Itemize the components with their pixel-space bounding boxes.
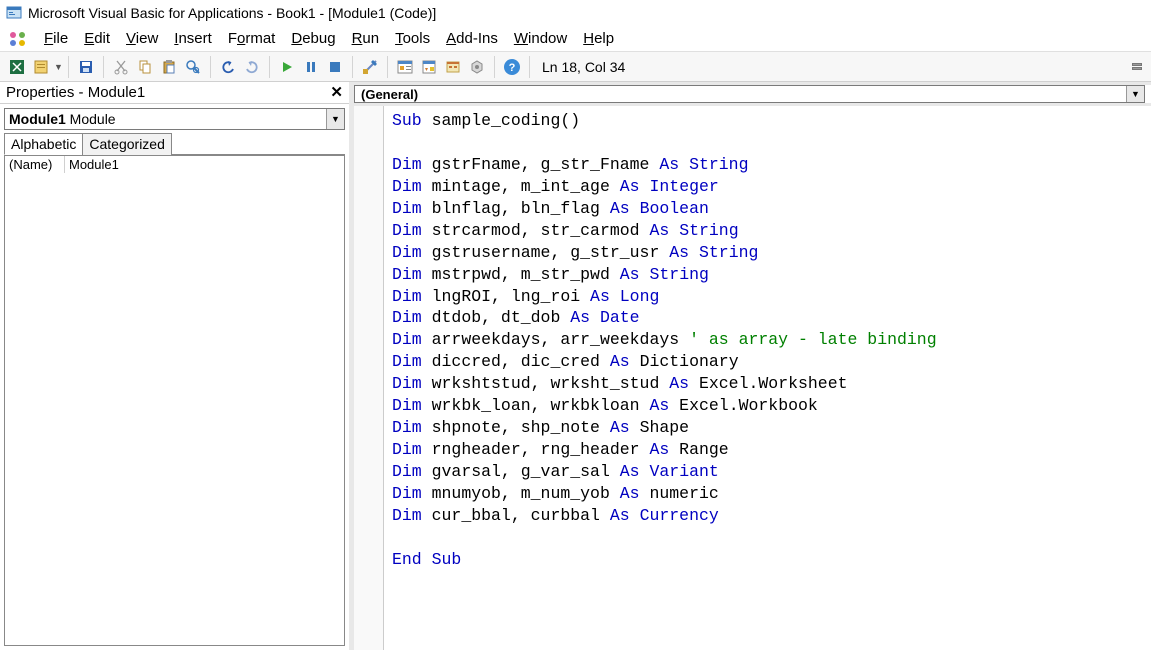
- menu-edit[interactable]: Edit: [76, 28, 118, 49]
- menu-view[interactable]: View: [118, 28, 166, 49]
- menubar: FileEditViewInsertFormatDebugRunToolsAdd…: [0, 26, 1151, 52]
- undo-button[interactable]: [217, 56, 239, 78]
- menu-insert[interactable]: Insert: [166, 28, 220, 49]
- menu-items: FileEditViewInsertFormatDebugRunToolsAdd…: [36, 28, 622, 49]
- property-row[interactable]: (Name) Module1: [5, 156, 344, 173]
- insert-button[interactable]: [30, 56, 52, 78]
- properties-grid[interactable]: (Name) Module1: [4, 155, 345, 646]
- chevron-down-icon[interactable]: ▼: [1126, 86, 1144, 102]
- menu-format[interactable]: Format: [220, 28, 284, 49]
- toolbar-handle[interactable]: [1129, 53, 1145, 81]
- object-combo[interactable]: (General) ▼: [354, 85, 1145, 103]
- help-button[interactable]: ?: [501, 56, 523, 78]
- code-margin: [354, 106, 384, 650]
- menu-add-ins[interactable]: Add-Ins: [438, 28, 506, 49]
- properties-object-combo[interactable]: Module1 Module ▼: [4, 108, 345, 130]
- save-button[interactable]: [75, 56, 97, 78]
- titlebar: Microsoft Visual Basic for Applications …: [0, 0, 1151, 26]
- tab-categorized[interactable]: Categorized: [82, 133, 172, 155]
- vba-app-icon: [6, 5, 22, 21]
- property-value-cell[interactable]: Module1: [65, 156, 344, 173]
- reset-button[interactable]: [324, 56, 346, 78]
- redo-button[interactable]: [241, 56, 263, 78]
- cut-button[interactable]: [110, 56, 132, 78]
- combo-dropdown-icon[interactable]: ▼: [326, 109, 344, 129]
- insert-dropdown[interactable]: ▼: [54, 62, 62, 72]
- svg-text:?: ?: [509, 62, 516, 74]
- code-panel: (General) ▼ Sub sample_coding() Dim gstr…: [354, 82, 1151, 650]
- toolbox-button[interactable]: [466, 56, 488, 78]
- break-button[interactable]: [300, 56, 322, 78]
- copy-button[interactable]: [134, 56, 156, 78]
- properties-title: Properties - Module1: [6, 84, 145, 101]
- menu-window[interactable]: Window: [506, 28, 575, 49]
- find-button[interactable]: [182, 56, 204, 78]
- property-name-cell: (Name): [5, 156, 65, 173]
- object-browser-button[interactable]: [442, 56, 464, 78]
- menu-tools[interactable]: Tools: [387, 28, 438, 49]
- toolbar: ▼ ? Ln 18, Col 34: [0, 52, 1151, 82]
- properties-close-button[interactable]: ✕: [328, 85, 345, 100]
- window-title: Microsoft Visual Basic for Applications …: [28, 5, 436, 21]
- switch-icon[interactable]: [8, 29, 28, 49]
- menu-help[interactable]: Help: [575, 28, 622, 49]
- design-mode-button[interactable]: [359, 56, 381, 78]
- menu-file[interactable]: File: [36, 28, 76, 49]
- paste-button[interactable]: [158, 56, 180, 78]
- tab-alphabetic[interactable]: Alphabetic: [4, 133, 83, 155]
- project-explorer-button[interactable]: [394, 56, 416, 78]
- properties-panel: Properties - Module1 ✕ Module1 Module ▼ …: [0, 82, 354, 650]
- properties-window-button[interactable]: [418, 56, 440, 78]
- view-excel-button[interactable]: [6, 56, 28, 78]
- run-button[interactable]: [276, 56, 298, 78]
- cursor-position-status: Ln 18, Col 34: [542, 59, 625, 75]
- menu-debug[interactable]: Debug: [283, 28, 343, 49]
- code-editor[interactable]: Sub sample_coding() Dim gstrFname, g_str…: [384, 106, 1151, 650]
- menu-run[interactable]: Run: [344, 28, 388, 49]
